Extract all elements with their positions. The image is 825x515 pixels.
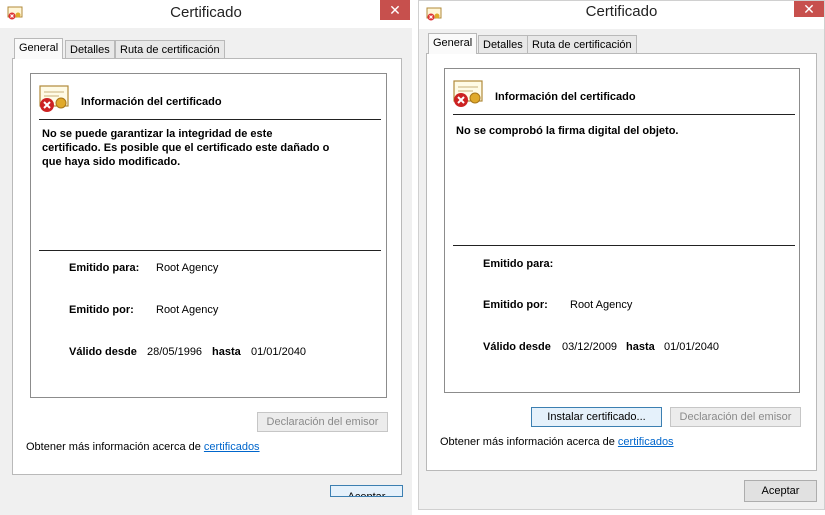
certificate-error-icon (453, 80, 483, 107)
issued-to-label: Emitido para: (483, 258, 554, 270)
more-info-prefix: Obtener más información acerca de (440, 436, 618, 448)
issued-by-label: Emitido por: (483, 299, 548, 311)
certificate-info-box: Información del certificado No se puede … (30, 73, 387, 398)
valid-to-label: hasta (212, 346, 241, 358)
valid-to-value: 01/01/2040 (251, 346, 307, 358)
tab-detalles[interactable]: Detalles (65, 40, 115, 59)
message-line-1: No se comprobó la firma digital del obje… (456, 125, 679, 137)
tab-ruta-certificacion[interactable]: Ruta de certificación (115, 40, 225, 59)
issued-by-value: Root Agency (570, 299, 633, 311)
close-icon: ✕ (803, 1, 815, 17)
certificate-dialog-right: Certificado ✕ General Detalles Ruta de c… (418, 0, 825, 510)
close-icon: ✕ (389, 2, 401, 18)
info-heading: Información del certificado (81, 96, 222, 108)
certificate-error-icon (39, 85, 69, 112)
tab-panel: Información del certificado No se compro… (426, 53, 817, 471)
more-info-prefix: Obtener más información acerca de (26, 441, 204, 453)
divider-top (39, 119, 381, 120)
issued-by-value: Root Agency (156, 304, 219, 316)
issued-by-label: Emitido por: (69, 304, 134, 316)
title-bar: Certificado ✕ (419, 1, 824, 29)
divider-bottom (39, 250, 381, 251)
valid-to-value: 01/01/2040 (664, 341, 720, 353)
issuer-statement-button[interactable]: Declaración del emisor (670, 407, 801, 427)
tab-ruta-certificacion[interactable]: Ruta de certificación (527, 35, 637, 54)
certificate-info-box: Información del certificado No se compro… (444, 68, 800, 393)
tab-panel: Información del certificado No se puede … (12, 58, 402, 475)
valid-from-value: 03/12/2009 (562, 341, 618, 353)
more-info-text: Obtener más información acerca de certif… (440, 436, 674, 448)
install-certificate-button[interactable]: Instalar certificado... (531, 407, 662, 427)
tab-detalles[interactable]: Detalles (478, 35, 528, 54)
valid-from-label: Válido desde (483, 341, 551, 353)
ok-button[interactable]: Aceptar (330, 485, 403, 497)
valid-to-label: hasta (626, 341, 655, 353)
message-line-2: certificado. Es posible que el certifica… (42, 142, 330, 154)
title-bar: Certificado ✕ (0, 0, 412, 28)
divider-top (453, 114, 795, 115)
window-title: Certificado (170, 4, 242, 21)
certificates-link[interactable]: certificados (618, 436, 674, 448)
issued-to-value: Root Agency (156, 262, 219, 274)
close-button[interactable]: ✕ (794, 1, 824, 17)
message-line-3: que haya sido modificado. (42, 156, 181, 168)
more-info-text: Obtener más información acerca de certif… (26, 441, 260, 453)
message-line-1: No se puede garantizar la integridad de … (42, 128, 273, 140)
ok-button[interactable]: Aceptar (744, 480, 817, 502)
divider-bottom (453, 245, 795, 246)
close-button[interactable]: ✕ (380, 0, 410, 20)
tab-general[interactable]: General (14, 38, 64, 59)
certificates-link[interactable]: certificados (204, 441, 260, 453)
window-title: Certificado (585, 3, 658, 20)
tab-general[interactable]: General (428, 33, 478, 54)
info-heading: Información del certificado (495, 91, 636, 103)
issuer-statement-button[interactable]: Declaración del emisor (257, 412, 388, 432)
certificate-dialog-left: Certificado ✕ General Detalles Ruta de c… (0, 0, 412, 515)
valid-from-label: Válido desde (69, 346, 137, 358)
valid-from-value: 28/05/1996 (147, 346, 203, 358)
issued-to-label: Emitido para: (69, 262, 140, 274)
